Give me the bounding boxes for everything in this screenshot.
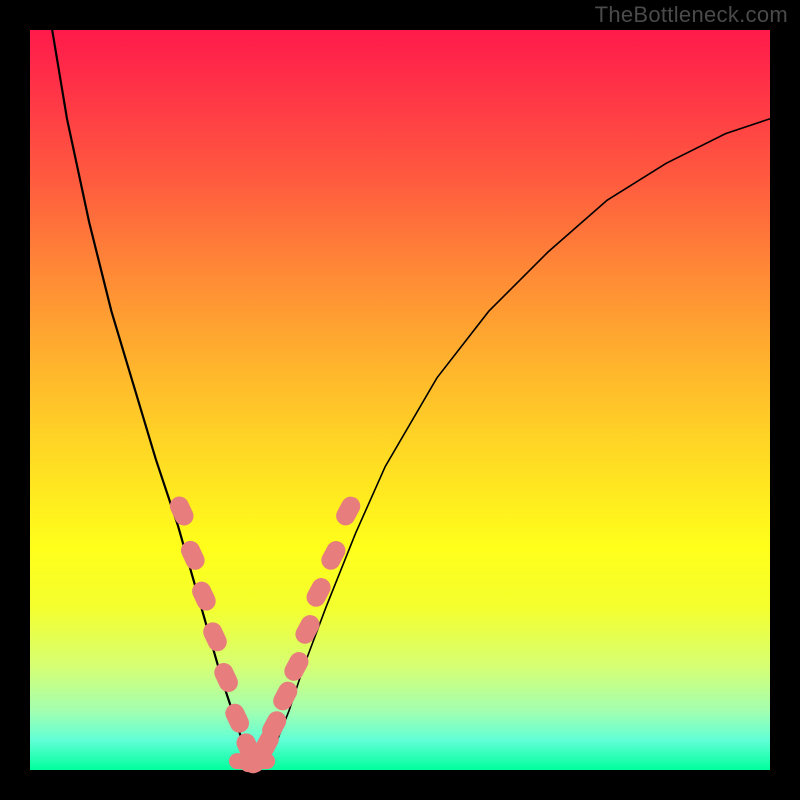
chart-frame: TheBottleneck.com <box>0 0 800 800</box>
marker-blob <box>303 575 334 610</box>
marker-blob <box>200 619 230 654</box>
watermark-text: TheBottleneck.com <box>595 2 788 28</box>
curve-right-path <box>252 119 770 763</box>
marker-blob <box>211 660 241 695</box>
curve-left-path <box>52 30 259 763</box>
marker-blob <box>281 649 312 684</box>
marker-blob <box>270 678 301 713</box>
curve-svg <box>30 30 770 770</box>
marker-blob <box>333 493 364 528</box>
marker-blob <box>318 538 349 573</box>
marker-blob <box>167 493 197 528</box>
marker-blob <box>251 753 275 769</box>
marker-blob <box>222 701 252 736</box>
highlight-markers <box>167 493 364 776</box>
plot-area <box>30 30 770 770</box>
